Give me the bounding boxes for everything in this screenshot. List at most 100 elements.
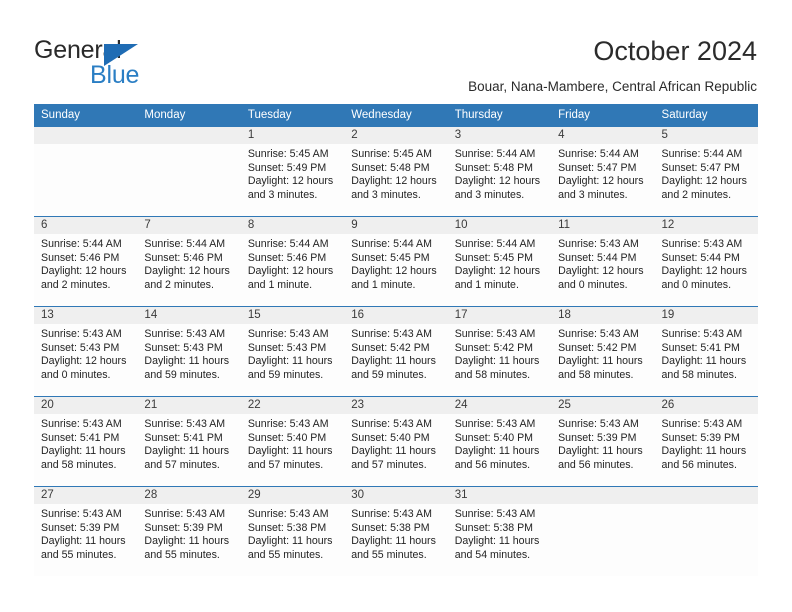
day-cell-inner: 6 Sunrise: 5:44 AM Sunset: 5:46 PM Daylight… xyxy=(34,217,138,306)
daylight-text-line2: and 55 minutes. xyxy=(351,548,427,561)
sunset-text: Sunset: 5:41 PM xyxy=(41,431,120,444)
sunset-text: Sunset: 5:43 PM xyxy=(247,341,327,354)
sunrise-text: Sunrise: 5:43 AM xyxy=(41,508,122,520)
sunrise-text: Sunrise: 5:43 AM xyxy=(144,508,226,520)
day-cell-inner: 28 Sunrise: 5:43 AM Sunset: 5:39 PM Dayligh… xyxy=(137,487,241,576)
daylight-text-line1: Daylight: 11 hours xyxy=(661,445,747,458)
calendar-day-cell[interactable]: 4 Sunrise: 5:44 AM Sunset: 5:47 PM Daylight… xyxy=(551,126,655,217)
calendar-day-cell[interactable]: 1 Sunrise: 5:45 AM Sunset: 5:49 PM Daylight… xyxy=(240,126,345,217)
calendar-day-cell[interactable]: 19 Sunrise: 5:43 AM Sunset: 5:41 PM Dayligh… xyxy=(654,306,758,397)
day-details: Sunrise: 5:43 AM Sunset: 5:43 PM Daylight:… xyxy=(137,324,240,382)
sunset-text: Sunset: 5:46 PM xyxy=(41,251,120,264)
calendar-day-cell[interactable]: 13 Sunrise: 5:43 AM Sunset: 5:43 PM Dayligh… xyxy=(34,306,138,397)
sunset-text: Sunset: 5:46 PM xyxy=(247,251,327,264)
calendar-day-cell[interactable]: 10 Sunrise: 5:44 AM Sunset: 5:45 PM Dayligh… xyxy=(447,216,552,307)
day-cell-inner: 11 Sunrise: 5:43 AM Sunset: 5:44 PM Dayligh… xyxy=(551,217,655,306)
day-number: 29 xyxy=(240,487,345,504)
day-cell-inner: 18 Sunrise: 5:43 AM Sunset: 5:42 PM Dayligh… xyxy=(551,307,655,396)
day-cell-inner: 1 Sunrise: 5:45 AM Sunset: 5:49 PM Daylight… xyxy=(240,127,345,216)
day-details xyxy=(551,504,654,508)
sunrise-text: Sunrise: 5:43 AM xyxy=(247,508,329,520)
day-number: 18 xyxy=(551,307,655,324)
sunset-text: Sunset: 5:42 PM xyxy=(454,341,534,354)
day-cell-inner: 14 Sunrise: 5:43 AM Sunset: 5:43 PM Dayligh… xyxy=(137,307,241,396)
day-cell-inner: 19 Sunrise: 5:43 AM Sunset: 5:41 PM Dayligh… xyxy=(654,307,758,396)
calendar-day-cell[interactable]: 29 Sunrise: 5:43 AM Sunset: 5:38 PM Dayligh… xyxy=(240,486,345,577)
day-cell-inner: 3 Sunrise: 5:44 AM Sunset: 5:48 PM Daylight… xyxy=(447,127,552,216)
day-number: 5 xyxy=(654,127,758,144)
sunrise-text: Sunrise: 5:43 AM xyxy=(144,418,226,430)
day-number: 31 xyxy=(447,487,552,504)
sunset-text: Sunset: 5:45 PM xyxy=(454,251,534,264)
calendar-day-cell[interactable]: 21 Sunrise: 5:43 AM Sunset: 5:41 PM Dayligh… xyxy=(137,396,241,487)
daylight-text-line2: and 2 minutes. xyxy=(41,278,111,291)
daylight-text-line2: and 55 minutes. xyxy=(144,548,220,561)
day-number: 3 xyxy=(447,127,552,144)
daylight-text-line2: and 55 minutes. xyxy=(41,548,117,561)
sunrise-text: Sunrise: 5:44 AM xyxy=(558,148,639,160)
calendar-day-cell[interactable]: 12 Sunrise: 5:43 AM Sunset: 5:44 PM Dayligh… xyxy=(654,216,758,307)
calendar-day-cell[interactable]: 24 Sunrise: 5:43 AM Sunset: 5:40 PM Dayligh… xyxy=(447,396,552,487)
weekday-header-wednesday: Wednesday xyxy=(344,104,448,127)
day-number: 27 xyxy=(34,487,138,504)
calendar-day-cell[interactable]: 26 Sunrise: 5:43 AM Sunset: 5:39 PM Dayligh… xyxy=(654,396,758,487)
day-cell-inner: 4 Sunrise: 5:44 AM Sunset: 5:47 PM Daylight… xyxy=(551,127,655,216)
daylight-text-line2: and 3 minutes. xyxy=(351,188,421,201)
daylight-text-line2: and 1 minute. xyxy=(247,278,313,291)
day-number: 11 xyxy=(551,217,655,234)
day-cell-inner: 20 Sunrise: 5:43 AM Sunset: 5:41 PM Dayligh… xyxy=(34,397,138,486)
sunset-text: Sunset: 5:49 PM xyxy=(247,161,327,174)
calendar-day-cell[interactable]: 25 Sunrise: 5:43 AM Sunset: 5:39 PM Dayligh… xyxy=(551,396,655,487)
day-cell-inner: 9 Sunrise: 5:44 AM Sunset: 5:45 PM Daylight… xyxy=(344,217,448,306)
day-details: Sunrise: 5:43 AM Sunset: 5:40 PM Daylight:… xyxy=(241,414,344,472)
sunset-text: Sunset: 5:39 PM xyxy=(661,431,740,444)
calendar-day-cell[interactable]: 17 Sunrise: 5:43 AM Sunset: 5:42 PM Dayligh… xyxy=(447,306,552,397)
sunrise-text: Sunrise: 5:44 AM xyxy=(351,238,432,250)
sunset-text: Sunset: 5:47 PM xyxy=(558,161,637,174)
day-details: Sunrise: 5:43 AM Sunset: 5:38 PM Daylight:… xyxy=(344,504,447,562)
sunrise-text: Sunrise: 5:43 AM xyxy=(351,508,432,520)
day-cell-inner: 25 Sunrise: 5:43 AM Sunset: 5:39 PM Dayligh… xyxy=(551,397,655,486)
calendar-day-cell[interactable]: 8 Sunrise: 5:44 AM Sunset: 5:46 PM Daylight… xyxy=(240,216,345,307)
calendar-week-row: 13 Sunrise: 5:43 AM Sunset: 5:43 PM Dayligh… xyxy=(34,306,758,397)
day-number: 4 xyxy=(551,127,655,144)
calendar-day-cell[interactable]: 6 Sunrise: 5:44 AM Sunset: 5:46 PM Daylight… xyxy=(34,216,138,307)
calendar-day-cell[interactable]: 31 Sunrise: 5:43 AM Sunset: 5:38 PM Dayligh… xyxy=(447,486,552,577)
day-details: Sunrise: 5:44 AM Sunset: 5:45 PM Daylight:… xyxy=(344,234,447,292)
calendar-day-cell[interactable]: 28 Sunrise: 5:43 AM Sunset: 5:39 PM Dayligh… xyxy=(137,486,241,577)
sunrise-text: Sunrise: 5:43 AM xyxy=(558,328,639,340)
sunset-text: Sunset: 5:42 PM xyxy=(558,341,637,354)
day-cell-inner xyxy=(551,487,655,576)
calendar-day-cell[interactable]: 5 Sunrise: 5:44 AM Sunset: 5:47 PM Daylight… xyxy=(654,126,758,217)
calendar-day-cell[interactable]: 27 Sunrise: 5:43 AM Sunset: 5:39 PM Dayligh… xyxy=(34,486,138,577)
calendar-body: 1 Sunrise: 5:45 AM Sunset: 5:49 PM Daylight… xyxy=(34,126,758,577)
calendar-day-cell[interactable]: 7 Sunrise: 5:44 AM Sunset: 5:46 PM Daylight… xyxy=(137,216,241,307)
calendar-day-cell[interactable]: 20 Sunrise: 5:43 AM Sunset: 5:41 PM Dayligh… xyxy=(34,396,138,487)
calendar-day-cell[interactable]: 22 Sunrise: 5:43 AM Sunset: 5:40 PM Dayligh… xyxy=(240,396,345,487)
calendar-day-cell[interactable]: 23 Sunrise: 5:43 AM Sunset: 5:40 PM Dayligh… xyxy=(344,396,448,487)
calendar-day-cell[interactable]: 3 Sunrise: 5:44 AM Sunset: 5:48 PM Daylight… xyxy=(447,126,552,217)
calendar-day-cell-empty xyxy=(137,126,241,217)
daylight-text-line2: and 58 minutes. xyxy=(661,368,737,381)
daylight-text-line2: and 57 minutes. xyxy=(144,458,220,471)
calendar-day-cell[interactable]: 2 Sunrise: 5:45 AM Sunset: 5:48 PM Daylight… xyxy=(344,126,448,217)
day-details: Sunrise: 5:43 AM Sunset: 5:42 PM Daylight:… xyxy=(551,324,654,382)
sunrise-text: Sunrise: 5:44 AM xyxy=(144,238,226,250)
day-details: Sunrise: 5:43 AM Sunset: 5:39 PM Daylight:… xyxy=(34,504,137,562)
page-title: October 2024 xyxy=(593,36,757,66)
day-details xyxy=(137,144,240,148)
calendar-day-cell[interactable]: 16 Sunrise: 5:43 AM Sunset: 5:42 PM Dayligh… xyxy=(344,306,448,397)
sunrise-text: Sunrise: 5:45 AM xyxy=(247,148,329,160)
calendar-week-row: 20 Sunrise: 5:43 AM Sunset: 5:41 PM Dayligh… xyxy=(34,396,758,487)
calendar-day-cell[interactable]: 9 Sunrise: 5:44 AM Sunset: 5:45 PM Daylight… xyxy=(344,216,448,307)
sunset-text: Sunset: 5:41 PM xyxy=(661,341,740,354)
calendar-day-cell[interactable]: 30 Sunrise: 5:43 AM Sunset: 5:38 PM Dayligh… xyxy=(344,486,448,577)
calendar-day-cell[interactable]: 11 Sunrise: 5:43 AM Sunset: 5:44 PM Dayligh… xyxy=(551,216,655,307)
calendar-day-cell[interactable]: 14 Sunrise: 5:43 AM Sunset: 5:43 PM Dayligh… xyxy=(137,306,241,397)
calendar-day-cell[interactable]: 18 Sunrise: 5:43 AM Sunset: 5:42 PM Dayligh… xyxy=(551,306,655,397)
day-cell-inner: 30 Sunrise: 5:43 AM Sunset: 5:38 PM Dayligh… xyxy=(344,487,448,576)
calendar-day-cell[interactable]: 15 Sunrise: 5:43 AM Sunset: 5:43 PM Dayligh… xyxy=(240,306,345,397)
day-number: 6 xyxy=(34,217,138,234)
daylight-text-line1: Daylight: 12 hours xyxy=(558,175,644,188)
daylight-text-line1: Daylight: 12 hours xyxy=(144,265,230,278)
